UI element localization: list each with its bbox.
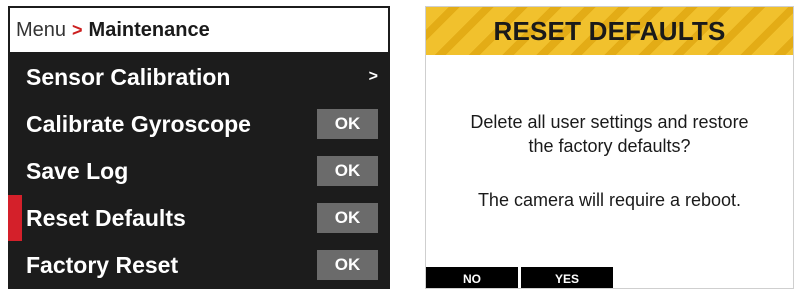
no-button[interactable]: NO bbox=[426, 267, 518, 288]
dialog-title: RESET DEFAULTS bbox=[493, 15, 726, 46]
menu-item-label: Save Log bbox=[26, 157, 129, 184]
dialog-header: RESET DEFAULTS bbox=[426, 7, 793, 55]
menu-item-label: Factory Reset bbox=[26, 251, 179, 278]
yes-button[interactable]: YES bbox=[521, 267, 613, 288]
dialog-reboot-note: The camera will require a reboot. bbox=[477, 190, 742, 210]
save-log-ok-button[interactable]: OK bbox=[317, 156, 378, 186]
menu-item-sensor-calibration[interactable]: Sensor Calibration > bbox=[8, 54, 390, 100]
dialog-message-line-2: the factory defaults? bbox=[528, 136, 691, 156]
breadcrumb: Menu > Maintenance bbox=[8, 6, 390, 54]
reset-defaults-ok-button[interactable]: OK bbox=[317, 203, 378, 233]
dialog-message: Delete all user settings and restore the… bbox=[426, 110, 793, 158]
menu-item-label: Reset Defaults bbox=[26, 204, 186, 231]
menu-item-label: Calibrate Gyroscope bbox=[26, 110, 251, 137]
calibrate-gyroscope-ok-button[interactable]: OK bbox=[317, 109, 378, 139]
selection-indicator bbox=[8, 195, 22, 241]
menu-item-reset-defaults[interactable]: Reset Defaults OK bbox=[8, 195, 390, 241]
menu-item-label: Sensor Calibration bbox=[26, 63, 231, 90]
menu-item-calibrate-gyroscope[interactable]: Calibrate Gyroscope OK bbox=[8, 101, 390, 147]
factory-reset-ok-button[interactable]: OK bbox=[317, 250, 378, 280]
menu-item-save-log[interactable]: Save Log OK bbox=[8, 148, 390, 194]
menu-item-factory-reset[interactable]: Factory Reset OK bbox=[8, 242, 390, 288]
dialog-message-line-1: Delete all user settings and restore bbox=[470, 112, 749, 132]
breadcrumb-chevron-icon: > bbox=[72, 19, 83, 40]
breadcrumb-root[interactable]: Menu bbox=[16, 19, 66, 42]
maintenance-menu: Menu > Maintenance Sensor Calibration > … bbox=[8, 6, 390, 289]
reset-defaults-dialog: RESET DEFAULTS Delete all user settings … bbox=[425, 6, 794, 289]
chevron-right-icon: > bbox=[368, 68, 378, 85]
breadcrumb-current: Maintenance bbox=[88, 18, 210, 41]
